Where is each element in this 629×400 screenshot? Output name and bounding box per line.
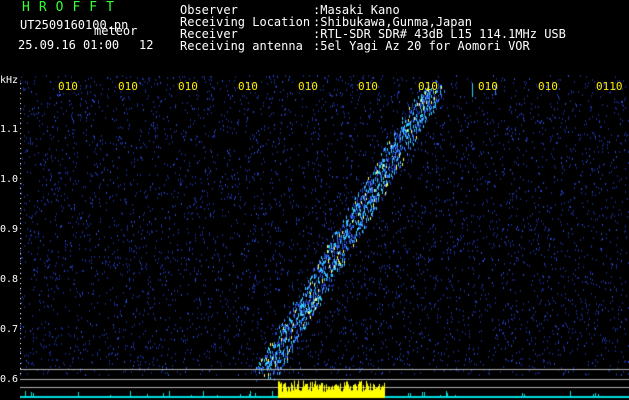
y-tick-label: 0.8 <box>0 274 19 285</box>
meta-row-antenna: Receiving antenna :5el Yagi Az 20 for Ao… <box>180 40 566 52</box>
x-tick-label: 010 <box>58 80 78 93</box>
x-tick-label: 010 <box>118 80 138 93</box>
app-title: HROFFT <box>22 0 123 15</box>
spectrogram-screen: HROFFT UT2509160100.pn meteor 25.09.16 0… <box>0 0 629 400</box>
meta-value: :5el Yagi Az 20 for Aomori VOR <box>313 39 530 53</box>
x-tick-label: 010 <box>238 80 258 93</box>
y-tick-label: 0.6 <box>0 374 19 385</box>
event-label: meteor <box>94 24 138 38</box>
x-tick-label: 010 <box>178 80 198 93</box>
y-tick-label: 1.0 <box>0 174 19 185</box>
x-tick-label: 010 <box>298 80 318 93</box>
x-tick-label: 010 <box>418 80 438 93</box>
y-tick-label: 0.9 <box>0 224 19 235</box>
meta-key: Receiving antenna <box>180 39 303 53</box>
y-tick-label: 0.7 <box>0 324 19 335</box>
y-tick-label: 1.1 <box>0 124 19 135</box>
event-count: 12 <box>139 38 154 52</box>
station-info: Observer :Masaki Kano Receiving Location… <box>180 4 566 52</box>
y-axis-unit: kHz <box>0 75 19 86</box>
x-tick-label: 010 <box>478 80 498 93</box>
datetime: 25.09.16 01:00 <box>18 38 120 52</box>
x-tick-label: 0110 <box>596 80 623 93</box>
waterfall-spectrogram <box>20 75 629 400</box>
x-tick-label: 010 <box>358 80 378 93</box>
x-tick-label: 010 <box>538 80 558 93</box>
